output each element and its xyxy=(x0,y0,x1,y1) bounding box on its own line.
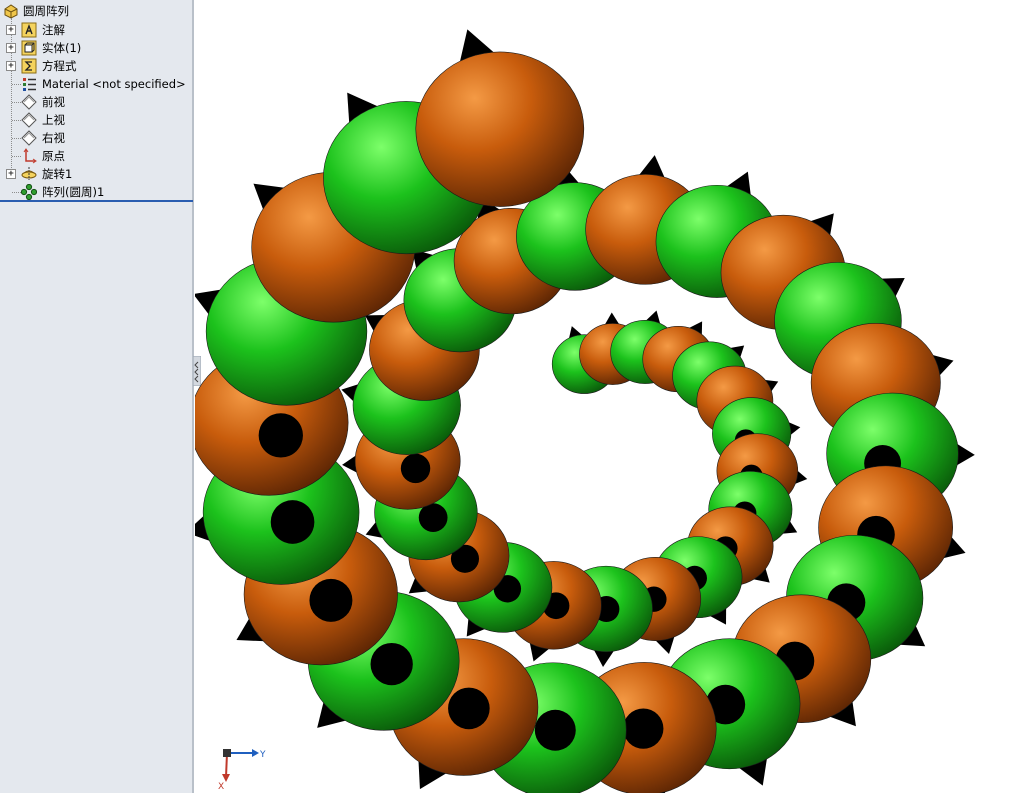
orange-segment xyxy=(415,51,585,207)
tree-item-label: 原点 xyxy=(42,149,65,163)
circular-pattern-model xyxy=(195,29,975,793)
solid-bodies-icon xyxy=(21,40,37,56)
rollback-bar[interactable] xyxy=(0,200,193,202)
tree-item-circular-pattern1[interactable]: 阵列(圆周)1 xyxy=(0,183,190,201)
tree-item-solid-bodies[interactable]: + 实体(1) xyxy=(0,39,190,57)
spike-tip xyxy=(270,500,315,544)
triad-x-label: X xyxy=(218,782,224,792)
tree-item-label: Material <not specified> xyxy=(42,77,186,91)
tree-branch xyxy=(12,84,21,85)
revolve-feature-icon xyxy=(21,167,37,180)
panel-border xyxy=(192,0,194,793)
plane-icon xyxy=(21,130,37,146)
feature-manager-tree: 圆周阵列 + 注解 + 实体(1) + 方程式 Material <not sp… xyxy=(0,0,194,793)
tree-branch xyxy=(12,120,21,121)
annotations-icon xyxy=(21,22,37,38)
tree-item-label: 阵列(圆周)1 xyxy=(42,185,105,199)
tree-item-label: 实体(1) xyxy=(42,41,82,55)
tree-item-material[interactable]: Material <not specified> xyxy=(0,75,190,93)
tree-item-label: 注解 xyxy=(42,23,65,37)
equations-icon xyxy=(21,58,37,74)
tree-item-revolve1[interactable]: + 旋转1 xyxy=(0,165,190,183)
tree-item-annotations[interactable]: + 注解 xyxy=(0,21,190,39)
tree-item-right-plane[interactable]: 右视 xyxy=(0,129,190,147)
reference-triad: Y X xyxy=(218,749,266,792)
pattern-segment xyxy=(415,29,585,207)
spike-tip xyxy=(258,413,303,458)
expand-toggle-equations[interactable]: + xyxy=(6,61,16,71)
circular-pattern-icon xyxy=(21,184,37,200)
tree-root-label: 圆周阵列 xyxy=(23,4,69,18)
tree-branch xyxy=(12,138,21,139)
origin-icon xyxy=(23,148,37,164)
material-icon xyxy=(23,78,36,91)
expand-toggle-annotations[interactable]: + xyxy=(6,25,16,35)
tree-item-front-plane[interactable]: 前视 xyxy=(0,93,190,111)
expand-toggle-revolve1[interactable]: + xyxy=(6,169,16,179)
tree-item-top-plane[interactable]: 上视 xyxy=(0,111,190,129)
tree-item-label: 上视 xyxy=(42,113,65,127)
plane-icon xyxy=(21,94,37,110)
spike-tip xyxy=(370,642,413,686)
spike-tip xyxy=(309,578,353,622)
tree-item-label: 前视 xyxy=(42,95,65,109)
spike-tip xyxy=(400,453,431,484)
tree-item-label: 旋转1 xyxy=(42,167,73,181)
tree-item-label: 右视 xyxy=(42,131,65,145)
tree-item-label: 方程式 xyxy=(42,59,77,73)
part-icon xyxy=(4,4,18,19)
spike-tip xyxy=(534,709,576,751)
tree-branch xyxy=(12,156,21,157)
spike-tip xyxy=(448,687,490,730)
spike-tip xyxy=(623,708,664,749)
tree-item-origin[interactable]: 原点 xyxy=(0,147,190,165)
triad-y-label: Y xyxy=(259,750,266,760)
plane-icon xyxy=(21,112,37,128)
tree-item-equations[interactable]: + 方程式 xyxy=(0,57,190,75)
tree-branch xyxy=(12,192,21,193)
graphics-viewport[interactable] xyxy=(195,0,1029,793)
expand-toggle-solid-bodies[interactable]: + xyxy=(6,43,16,53)
tree-branch xyxy=(12,102,21,103)
